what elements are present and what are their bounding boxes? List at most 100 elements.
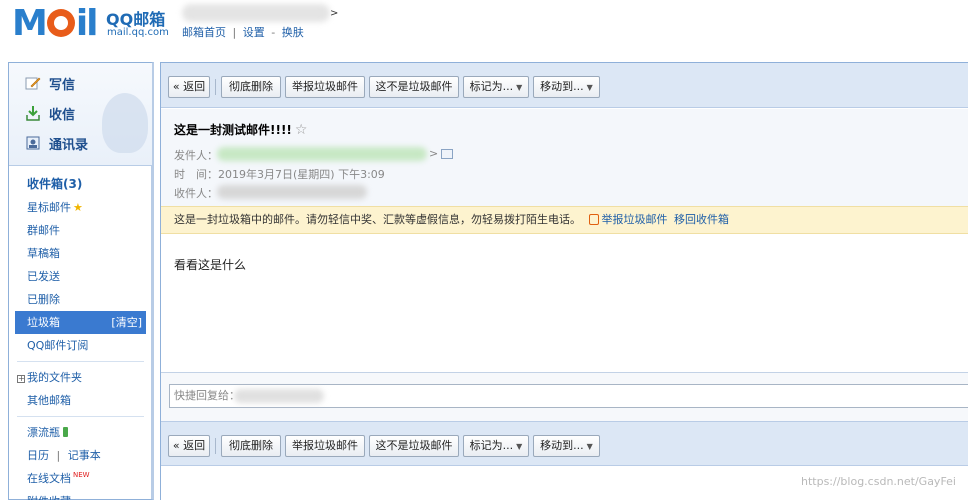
top-header: Mil QQ邮箱 mail.qq.com > 邮箱首页 | 设置 - 换肤 — [0, 0, 968, 56]
caret-down-icon: ▼ — [516, 83, 523, 92]
mail-subject: 这是一封测试邮件!!!! ☆ — [174, 121, 307, 138]
folder-group[interactable]: 群邮件 — [9, 219, 152, 242]
recipient-label: 收件人： — [174, 187, 218, 200]
time-value: 2019年3月7日(星期四) 下午3:09 — [218, 168, 385, 181]
link-mail-home[interactable]: 邮箱首页 — [182, 26, 226, 39]
pencil-icon — [25, 75, 41, 91]
quick-reply-placeholder: 快捷回复给： — [174, 389, 240, 402]
warning-report-link[interactable]: 举报垃圾邮件 — [602, 213, 668, 226]
back-button-bottom[interactable]: « 返回 — [168, 435, 210, 457]
app-notebook[interactable]: 记事本 — [68, 449, 101, 462]
contact-card-icon[interactable] — [441, 149, 453, 159]
time-label-text: 时 间： — [174, 168, 218, 181]
mail-read-panel: « 返回 彻底删除 举报垃圾邮件 这不是垃圾邮件 标记为... ▼ 移动到... ▼… — [160, 62, 968, 500]
report-icon — [588, 214, 599, 225]
recipient-blurred — [217, 185, 367, 199]
user-account-blurred — [182, 4, 330, 22]
brand-url: mail.qq.com — [107, 27, 169, 38]
link-dash: - — [271, 26, 276, 39]
clear-spam-link[interactable]: [清空] — [111, 311, 142, 334]
account-arrow-icon[interactable]: > — [330, 8, 338, 19]
caret-down-icon: ▼ — [586, 83, 593, 92]
left-sidebar: 写信 收信 通讯录 收件箱(3) 星标邮件 ★ 群邮件 草稿箱 已发送 已删除 … — [8, 62, 154, 500]
mark-as-dropdown[interactable]: 标记为... ▼ — [463, 76, 529, 98]
folder-subscribe[interactable]: QQ邮件订阅 — [9, 334, 152, 357]
watermark: https://blog.csdn.net/GayFei — [801, 475, 956, 488]
qq-mail-app: Mil QQ邮箱 mail.qq.com > 邮箱首页 | 设置 - 换肤 写信 — [0, 0, 968, 500]
folder-sent[interactable]: 已发送 — [9, 265, 152, 288]
move-to-label: 移动到... — [540, 439, 584, 452]
not-spam-button-bottom[interactable]: 这不是垃圾邮件 — [369, 435, 459, 457]
caret-down-icon: ▼ — [586, 442, 593, 451]
folder-spam-label: 垃圾箱 — [27, 316, 60, 329]
delete-forever-button-bottom[interactable]: 彻底删除 — [221, 435, 281, 457]
divider — [17, 416, 144, 417]
reply-recipient-blurred — [234, 389, 324, 403]
folder-deleted[interactable]: 已删除 — [9, 288, 152, 311]
quick-actions: 写信 收信 通讯录 — [9, 63, 152, 166]
mark-as-label: 标记为... — [469, 80, 514, 93]
bottom-toolbar: « 返回 彻底删除 举报垃圾邮件 这不是垃圾邮件 标记为... ▼ 移动到... ▼ — [161, 421, 968, 466]
move-to-dropdown[interactable]: 移动到... ▼ — [533, 76, 600, 98]
back-button[interactable]: « 返回 — [168, 76, 210, 98]
mail-header: 这是一封测试邮件!!!! ☆ 发件人： > 时 间：2019年3月7日(星期四) … — [161, 109, 968, 206]
not-spam-button[interactable]: 这不是垃圾邮件 — [369, 76, 459, 98]
mail-body: 看看这是什么 — [174, 258, 247, 272]
receive-button[interactable]: 收信 — [25, 103, 75, 123]
app-attachments[interactable]: 附件收藏 — [9, 490, 152, 500]
mail-body-area — [161, 235, 968, 373]
toolbar-separator — [215, 438, 216, 454]
app-calendar[interactable]: 日历 — [27, 449, 49, 462]
star-outline-icon[interactable]: ☆ — [295, 122, 308, 138]
folder-drafts[interactable]: 草稿箱 — [9, 242, 152, 265]
contacts-label: 通讯录 — [49, 137, 89, 153]
app-drift-bottle[interactable]: 漂流瓶 — [9, 421, 152, 444]
folder-spam[interactable]: 垃圾箱 [清空] — [15, 311, 146, 334]
quick-reply-input[interactable]: 快捷回复给： — [169, 384, 968, 408]
spam-warning-bar: 这是一封垃圾箱中的邮件。请勿轻信中奖、汇款等虚假信息，勿轻易拨打陌生电话。 举报… — [161, 206, 968, 234]
quick-reply-area: 快捷回复给： — [161, 373, 968, 421]
move-to-dropdown-bottom[interactable]: 移动到... ▼ — [533, 435, 600, 457]
star-icon: ★ — [73, 201, 83, 214]
link-separator: | — [232, 26, 237, 39]
report-spam-button[interactable]: 举报垃圾邮件 — [285, 76, 365, 98]
app-online-docs[interactable]: 在线文档 NEW — [9, 467, 152, 490]
mark-as-dropdown-bottom[interactable]: 标记为... ▼ — [463, 435, 529, 457]
link-settings[interactable]: 设置 — [243, 26, 265, 39]
move-back-inbox-link[interactable]: 移回收件箱 — [674, 213, 729, 226]
mark-as-label: 标记为... — [469, 439, 514, 452]
logo-o-icon — [46, 9, 75, 37]
my-folders-label: 我的文件夹 — [27, 371, 82, 384]
header-links: 邮箱首页 | 设置 - 换肤 — [182, 24, 304, 40]
contacts-button[interactable]: 通讯录 — [25, 133, 88, 153]
penguin-mascot-icon — [102, 93, 148, 153]
time-label: 时 间：2019年3月7日(星期四) 下午3:09 — [174, 166, 385, 182]
address-book-icon — [25, 135, 41, 151]
app-calendar-notebook: 日历 | 记事本 — [9, 444, 152, 467]
caret-down-icon: ▼ — [516, 442, 523, 451]
divider — [17, 361, 144, 362]
expand-icon[interactable]: + — [17, 375, 25, 383]
sender-arrow: > — [429, 147, 439, 160]
mail-logo[interactable]: Mil — [12, 4, 99, 44]
delete-forever-button[interactable]: 彻底删除 — [221, 76, 281, 98]
warning-text: 这是一封垃圾箱中的邮件。请勿轻信中奖、汇款等虚假信息，勿轻易拨打陌生电话。 — [174, 213, 581, 226]
report-spam-button-bottom[interactable]: 举报垃圾邮件 — [285, 435, 365, 457]
folder-starred[interactable]: 星标邮件 ★ — [9, 196, 152, 219]
drift-bottle-label: 漂流瓶 — [27, 426, 60, 439]
sender-label: 发件人： — [174, 149, 218, 162]
folder-my-folders[interactable]: + 我的文件夹 — [9, 366, 152, 389]
online-docs-label: 在线文档 — [27, 472, 71, 485]
folder-starred-label: 星标邮件 — [27, 201, 71, 214]
move-to-label: 移动到... — [540, 80, 584, 93]
link-skin[interactable]: 换肤 — [282, 26, 304, 39]
bottle-icon — [63, 427, 68, 437]
folder-inbox[interactable]: 收件箱(3) — [9, 173, 152, 196]
folder-list: 收件箱(3) 星标邮件 ★ 群邮件 草稿箱 已发送 已删除 垃圾箱 [清空] QQ… — [9, 173, 152, 500]
top-toolbar: « 返回 彻底删除 举报垃圾邮件 这不是垃圾邮件 标记为... ▼ 移动到... ▼ — [161, 63, 968, 108]
folder-other-mailbox[interactable]: 其他邮箱 — [9, 389, 152, 412]
sender-blurred — [217, 147, 427, 161]
compose-button[interactable]: 写信 — [25, 73, 75, 93]
nav-separator: | — [56, 449, 61, 462]
new-badge: NEW — [73, 471, 90, 479]
